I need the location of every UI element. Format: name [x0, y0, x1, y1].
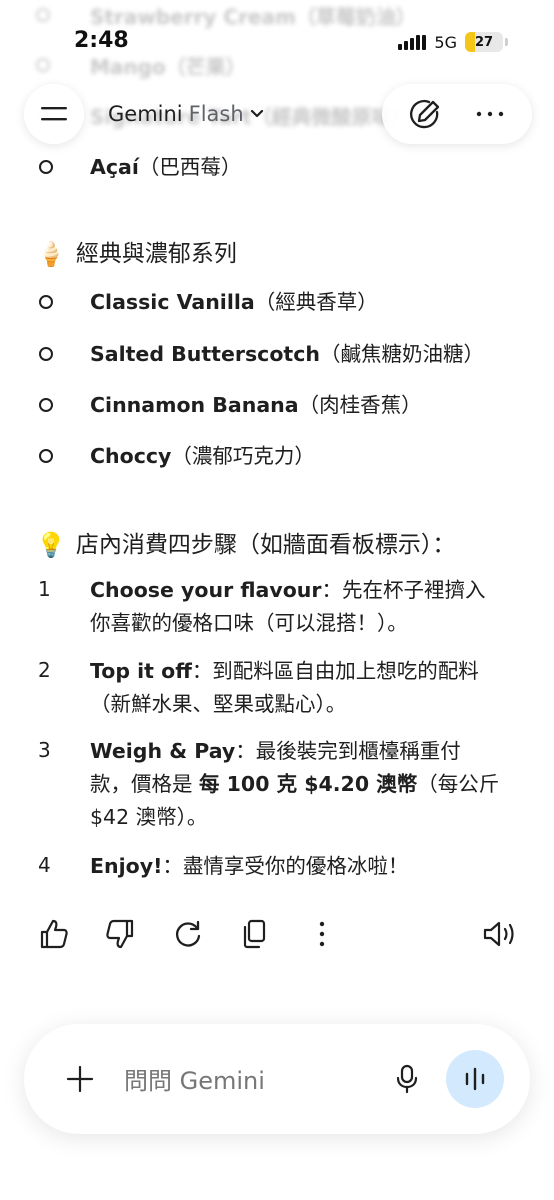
list-item: Cinnamon Banana（肉桂香蕉）	[36, 389, 530, 417]
hamburger-menu-icon	[41, 107, 67, 121]
bullet	[39, 449, 53, 463]
regenerate-button[interactable]	[170, 912, 206, 956]
microphone-icon	[396, 1064, 418, 1094]
model-brand: Gemini	[108, 102, 183, 126]
list-item: Choccy（濃郁巧克力）	[36, 440, 530, 468]
prompt-input-bar: 問問 Gemini	[24, 1024, 530, 1134]
regenerate-icon	[175, 920, 201, 947]
model-variant: Flash	[188, 102, 244, 126]
edit-pen-icon	[409, 99, 439, 129]
copy-icon	[243, 919, 266, 949]
audio-waveform-icon	[465, 1067, 485, 1091]
thumbs-up-button[interactable]	[36, 912, 72, 956]
step-item: 3 Weigh & Pay：最後裝完到櫃檯稱重付 款，價格是 每 100 克 $…	[38, 738, 500, 829]
clock: 2:48	[74, 28, 129, 53]
thumbs-down-icon	[106, 919, 134, 949]
copy-button[interactable]	[236, 912, 272, 956]
read-aloud-icon	[483, 921, 514, 947]
new-chat-button[interactable]	[403, 92, 447, 136]
list-item: Salted Butterscotch（鹹焦糖奶油糖）	[36, 338, 530, 366]
step-item: 1 Choose your flavour：先在杯子裡擠入 你喜歡的優格口味（可…	[38, 577, 486, 635]
list-item: Açaí（巴西莓）	[36, 151, 530, 179]
more-vertical-icon	[319, 921, 325, 947]
prompt-input[interactable]: 問問 Gemini	[124, 1061, 265, 1096]
bullet	[39, 398, 53, 412]
response-actions	[36, 912, 520, 956]
menu-button[interactable]	[24, 84, 84, 144]
status-bar: 2:48 5G 27	[0, 22, 554, 62]
thumbs-down-button[interactable]	[102, 912, 138, 956]
step-item: 4 Enjoy!：盡情享受你的優格冰啦！	[38, 853, 409, 878]
add-attachment-button[interactable]	[60, 1057, 100, 1101]
more-horizontal-icon	[476, 111, 503, 117]
chevron-down-icon	[250, 109, 263, 118]
light-bulb-icon: 💡	[36, 531, 66, 559]
battery-icon: 27	[465, 32, 503, 52]
plus-icon	[66, 1065, 94, 1093]
more-actions-button[interactable]	[304, 912, 340, 956]
step-item: 2 Top it off：到配料區自由加上想吃的配料 （新鮮水果、堅果或點心）。	[38, 658, 479, 716]
battery-level: 27	[474, 34, 494, 50]
network-type: 5G	[434, 32, 457, 52]
bullet	[39, 295, 53, 309]
bullet	[39, 347, 53, 361]
ice-cream-icon: 🍦	[36, 240, 66, 268]
bullet	[39, 160, 53, 174]
model-selector[interactable]: Gemini Flash	[108, 96, 264, 132]
list-item: Classic Vanilla（經典香草）	[36, 286, 530, 314]
more-options-button[interactable]	[468, 92, 512, 136]
signal-icon	[398, 34, 427, 50]
section-heading: 🍦 經典與濃郁系列	[36, 240, 237, 268]
read-aloud-button[interactable]	[480, 912, 520, 956]
header-actions	[382, 84, 532, 144]
microphone-button[interactable]	[390, 1060, 424, 1098]
thumbs-up-icon	[40, 919, 68, 949]
live-voice-button[interactable]	[446, 1050, 504, 1108]
section-heading: 💡 店內消費四步驟（如牆面看板標示）：	[36, 531, 456, 559]
